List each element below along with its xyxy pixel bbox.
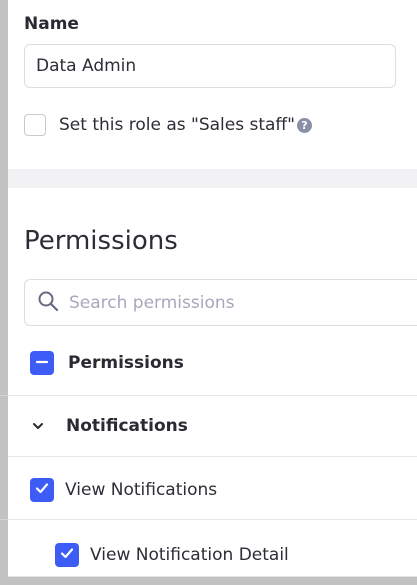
role-details-panel: Name Data Admin Set this role as "Sales … — [8, 0, 417, 169]
permissions-heading: Permissions — [24, 226, 178, 256]
tree-row-notifications[interactable]: Notifications — [8, 414, 417, 438]
permissions-panel: Permissions Search permissions Permissio… — [8, 188, 417, 577]
minus-icon — [35, 354, 49, 373]
tree-row-permissions: Permissions — [8, 350, 417, 376]
view-notification-detail-checkbox[interactable] — [55, 543, 79, 567]
row-divider — [8, 456, 417, 457]
name-input-value: Data Admin — [36, 56, 137, 76]
question-circle-icon[interactable]: ? — [296, 117, 312, 133]
sales-staff-checkbox[interactable] — [24, 114, 46, 136]
sales-staff-label[interactable]: Set this role as "Sales staff" — [59, 115, 295, 135]
view-notification-detail-label: View Notification Detail — [90, 545, 289, 565]
search-icon — [37, 290, 59, 316]
view-notifications-label: View Notifications — [65, 480, 218, 500]
tree-row-view-notification-detail: View Notification Detail — [8, 542, 417, 568]
permissions-root-checkbox[interactable] — [30, 351, 54, 375]
permissions-search-input[interactable]: Search permissions — [24, 279, 417, 326]
row-divider — [8, 519, 417, 520]
name-input[interactable]: Data Admin — [24, 44, 396, 88]
tree-root-label: Permissions — [68, 353, 184, 373]
check-icon — [34, 480, 50, 500]
name-label: Name — [24, 14, 79, 34]
check-icon — [59, 545, 75, 565]
section-divider — [8, 169, 417, 188]
chevron-down-icon[interactable] — [30, 418, 46, 434]
row-divider — [8, 395, 417, 396]
sales-staff-option: Set this role as "Sales staff" ? — [24, 114, 312, 136]
tree-group-label: Notifications — [66, 416, 188, 436]
search-placeholder: Search permissions — [69, 292, 235, 313]
tree-row-view-notifications: View Notifications — [8, 477, 417, 503]
view-notifications-checkbox[interactable] — [30, 478, 54, 502]
